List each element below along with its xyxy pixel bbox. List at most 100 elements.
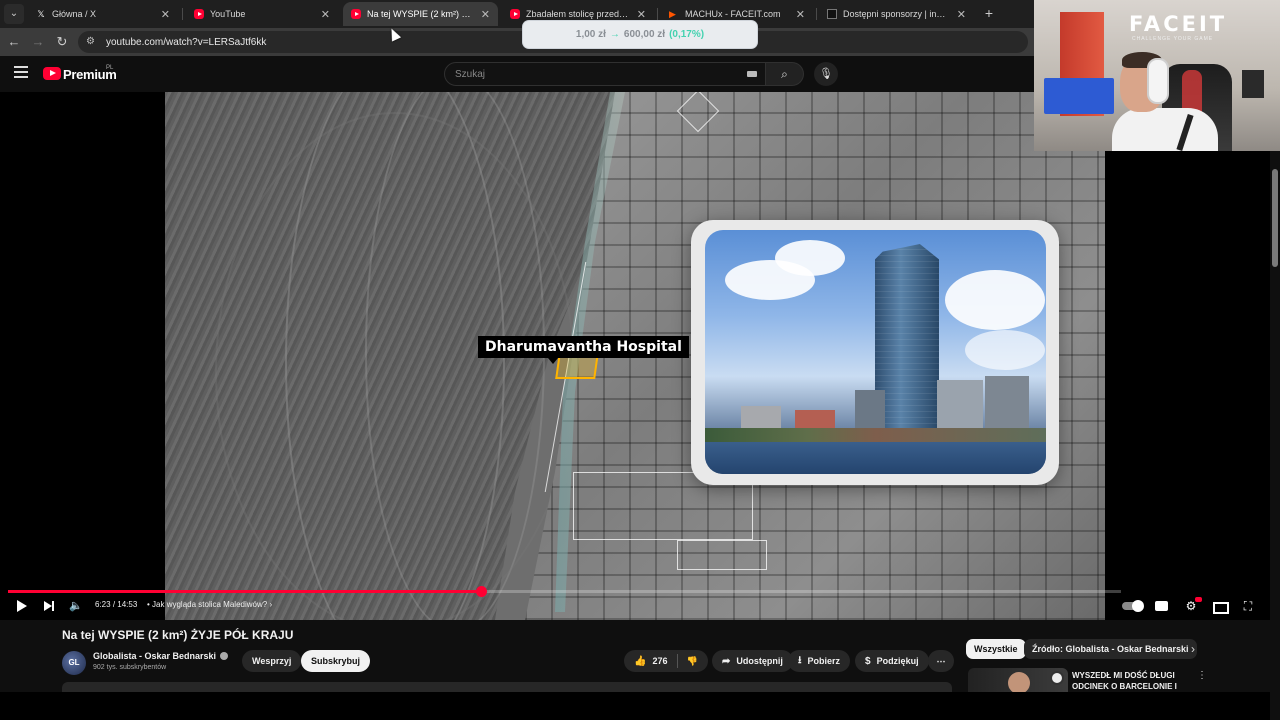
thanks-label: Podziękuj [876,656,919,666]
progress-bar[interactable] [8,586,1121,597]
more-vert-icon[interactable]: ⋮ [1196,670,1208,684]
like-count[interactable]: 276 [652,656,667,666]
tab-x[interactable]: 𝕏 Główna / X ✕ [28,2,178,26]
theater-mode-icon[interactable] [1211,598,1229,614]
thumbnail-face [1008,672,1030,692]
voice-search-button[interactable]: 🎙 [814,62,838,86]
dislike-icon[interactable]: 👎 [686,656,697,667]
close-icon[interactable]: ✕ [637,8,646,21]
verified-icon [220,652,228,660]
tab-label: Główna / X [52,9,97,19]
chip-label: Wszystkie [974,644,1018,654]
time-total: 14:53 [117,600,138,609]
skyscraper-photo [705,230,1046,474]
tab-sponsors[interactable]: Dostępni sponsorzy | inStreaml ✕ [819,2,974,26]
more-actions-button[interactable]: ⋯ [928,650,954,672]
donation-percent: (0,17%) [669,29,705,40]
autoplay-toggle-icon[interactable] [1121,598,1144,614]
tab-label: MACHUx - FACEIT.com [685,9,781,19]
search-placeholder: Szukaj [455,68,486,80]
download-label: Pobierz [807,656,841,666]
reload-icon[interactable]: ↻ [54,34,70,50]
thanks-button[interactable]: $ Podziękuj [855,650,929,672]
photo-inset [691,220,1059,485]
scrollbar-thumb[interactable] [1272,169,1278,267]
building [985,376,1029,436]
support-label: Wesprzyj [252,656,292,666]
close-icon[interactable]: ✕ [796,8,805,21]
streamer-body [1112,108,1218,151]
close-icon[interactable]: ✕ [481,8,490,21]
scrubber-handle[interactable] [475,586,487,597]
forward-icon[interactable]: → [30,34,46,50]
cloud [945,270,1045,330]
x-logo-icon: 𝕏 [37,9,45,19]
keyboard-icon[interactable] [747,71,757,77]
share-icon: ➦ [722,655,731,667]
channel-avatar[interactable]: GL [62,651,86,675]
description-box[interactable] [62,682,952,692]
new-tab-icon[interactable]: + [980,4,998,22]
support-button[interactable]: Wesprzyj [242,650,302,672]
subtitles-icon[interactable] [1153,598,1171,614]
page-scrollbar[interactable] [1270,151,1280,700]
progress-played [8,590,481,593]
country-code: PL [106,65,114,71]
youtube-logo-icon[interactable] [43,67,61,80]
video-player[interactable]: Dharumavantha Hospital [0,92,1280,620]
label-pointer [548,358,558,364]
tab-search-icon[interactable]: ⌄ [4,4,24,24]
webcam-overlay: FACEIT CHALLENGE YOUR GAME [1034,0,1280,151]
water [705,442,1046,474]
video-title: Na tej WYSPIE (2 km²) ŻYJE PÓŁ KRAJU [62,628,294,642]
menu-icon[interactable] [14,66,28,78]
hospital-label: Dharumavantha Hospital [478,336,689,358]
back-icon[interactable]: ← [6,34,22,50]
chapter-button[interactable]: • Jak wygląda stolica Malediwów? › [147,600,272,609]
site-settings-icon[interactable]: ⚙ [86,36,98,48]
chevron-right-icon[interactable]: › [1186,641,1200,657]
chip-source[interactable]: Źródło: Globalista - Oskar Bednarski [1024,639,1197,659]
subscribe-label: Subskrybuj [311,656,361,666]
cloud [965,330,1045,370]
donation-target: 600,00 zł [623,29,666,40]
fullscreen-icon[interactable]: ⛶ [1239,598,1257,614]
tab-divider [657,8,658,20]
tab-label: Dostępni sponsorzy | inStreaml [843,9,951,19]
volume-icon[interactable]: 🔈 [68,598,84,614]
tab-divider [182,8,183,20]
arrow-icon: → [609,29,620,40]
site-icon [827,9,837,19]
close-icon[interactable]: ✕ [321,8,330,21]
channel-name[interactable]: Globalista - Oskar Bednarski [93,651,216,661]
search-icon: ⌕ [781,67,788,81]
share-button[interactable]: ➦ Udostępnij [712,650,793,672]
youtube-icon [194,9,204,19]
chip-all[interactable]: Wszystkie [966,639,1026,659]
next-icon[interactable] [42,598,56,614]
download-button[interactable]: ⭳ Pobierz [788,650,851,672]
timecode: 6:23 / 14:53 [95,600,137,609]
address-bar: ← → ↻ ⚙ youtube.com/watch?v=LERSaJtf6kk [0,28,1034,56]
more-icon: ⋯ [936,655,946,666]
like-icon[interactable]: 👍 [634,656,646,667]
subscribe-button[interactable]: Subskrybuj [301,650,371,672]
search-input[interactable]: Szukaj [444,62,766,86]
youtube-icon [351,9,361,19]
faceit-wall-tagline: CHALLENGE YOUR GAME [1132,36,1214,42]
close-icon[interactable]: ✕ [957,8,966,21]
browser-tab-strip: ⌄ 𝕏 Główna / X ✕ YouTube ✕ Na tej WYSPIE… [0,0,1034,28]
tab-current-video[interactable]: Na tej WYSPIE (2 km²) ŻYJE PÓŁ ✕ [343,2,498,26]
thanks-icon: $ [865,655,871,667]
donation-current: 1,00 zł [575,29,606,40]
recommendation-title[interactable]: WYSZEDŁ MI DOŚĆ DŁUGI ODCINEK O BARCELON… [1072,670,1182,692]
search-button[interactable]: ⌕ [766,62,804,86]
recommendation-thumbnail[interactable] [968,668,1068,692]
chip-label: Źródło: Globalista - Oskar Bednarski [1032,644,1189,654]
play-icon[interactable] [14,598,28,614]
video-frame[interactable]: Dharumavantha Hospital [165,92,1105,620]
tab-youtube[interactable]: YouTube ✕ [186,2,338,26]
chevron-right-icon: › [269,600,273,609]
close-icon[interactable]: ✕ [161,8,170,21]
download-icon: ⭳ [798,654,802,666]
